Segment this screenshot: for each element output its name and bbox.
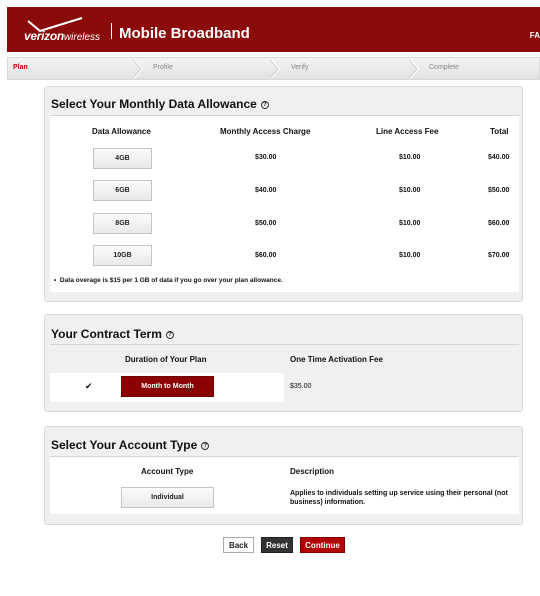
contract-term-title: Your Contract Term? [51, 327, 174, 341]
brand-sub: wireless [63, 32, 101, 43]
help-icon[interactable]: ? [165, 330, 174, 339]
contract-term-panel: Your Contract Term? Duration of Your Pla… [44, 314, 523, 412]
overage-note: • Data overage is $15 per 1 GB of data i… [54, 277, 283, 284]
account-type-title: Select Your Account Type? [51, 438, 210, 452]
reset-button[interactable]: Reset [261, 537, 293, 553]
allowance-8gb-button[interactable]: 8GB [93, 213, 152, 234]
activation-fee-value: $35.00 [290, 383, 312, 390]
month-to-month-button[interactable]: Month to Month [121, 376, 214, 397]
faq-link[interactable]: FA [530, 31, 540, 40]
checkmark-icon: ✔ [85, 381, 93, 391]
brand-wordmark: verizonwireless [24, 29, 100, 43]
help-icon[interactable]: ? [201, 441, 210, 450]
step-arrow-icon [409, 59, 419, 79]
total-cell: $50.00 [488, 187, 510, 194]
line-fee-cell: $10.00 [399, 154, 421, 161]
data-allowance-title: Select Your Monthly Data Allowance? [51, 97, 269, 111]
col-line-fee: Line Access Fee [376, 127, 439, 136]
allowance-4gb-button[interactable]: 4GB [93, 148, 152, 169]
step-verify: Verify [291, 64, 309, 71]
monthly-charge-cell: $40.00 [255, 187, 277, 194]
verizon-logo[interactable]: verizonwireless [24, 17, 106, 45]
col-data-allowance: Data Allowance [92, 127, 151, 136]
monthly-charge-cell: $50.00 [255, 220, 277, 227]
total-cell: $70.00 [488, 252, 510, 259]
data-allowance-table: Data Allowance Monthly Access Charge Lin… [50, 116, 519, 292]
col-monthly-charge: Monthly Access Charge [220, 127, 311, 136]
page-title: Mobile Broadband [119, 25, 250, 42]
monthly-charge-cell: $30.00 [255, 154, 277, 161]
col-total: Total [490, 127, 509, 136]
line-fee-cell: $10.00 [399, 187, 421, 194]
line-fee-cell: $10.00 [399, 220, 421, 227]
step-plan: Plan [13, 64, 28, 71]
back-button[interactable]: Back [223, 537, 254, 553]
col-account-type: Account Type [141, 467, 194, 476]
monthly-charge-cell: $60.00 [255, 252, 277, 259]
total-cell: $60.00 [488, 220, 510, 227]
brand-main: verizon [24, 29, 64, 43]
col-plan-duration: Duration of Your Plan [125, 355, 207, 364]
progress-steps: Plan Profile Verify Complete [7, 57, 540, 80]
individual-button[interactable]: Individual [121, 487, 214, 508]
col-description: Description [290, 467, 335, 476]
step-profile: Profile [153, 64, 173, 71]
account-type-panel: Select Your Account Type? Account Type D… [44, 426, 523, 525]
data-allowance-panel: Select Your Monthly Data Allowance? Data… [44, 86, 523, 302]
header-divider [111, 23, 112, 39]
line-fee-cell: $10.00 [399, 252, 421, 259]
account-description: Applies to individuals setting up servic… [290, 490, 508, 506]
allowance-10gb-button[interactable]: 10GB [93, 245, 152, 266]
site-header: verizonwireless Mobile Broadband FA [7, 7, 540, 52]
continue-button[interactable]: Continue [300, 537, 345, 553]
total-cell: $40.00 [488, 154, 510, 161]
help-icon[interactable]: ? [260, 100, 269, 109]
allowance-6gb-button[interactable]: 6GB [93, 180, 152, 201]
step-arrow-icon [133, 59, 143, 79]
step-complete: Complete [429, 64, 459, 71]
col-activation-fee: One Time Activation Fee [290, 355, 383, 364]
step-arrow-icon [270, 59, 280, 79]
divider [50, 344, 519, 345]
